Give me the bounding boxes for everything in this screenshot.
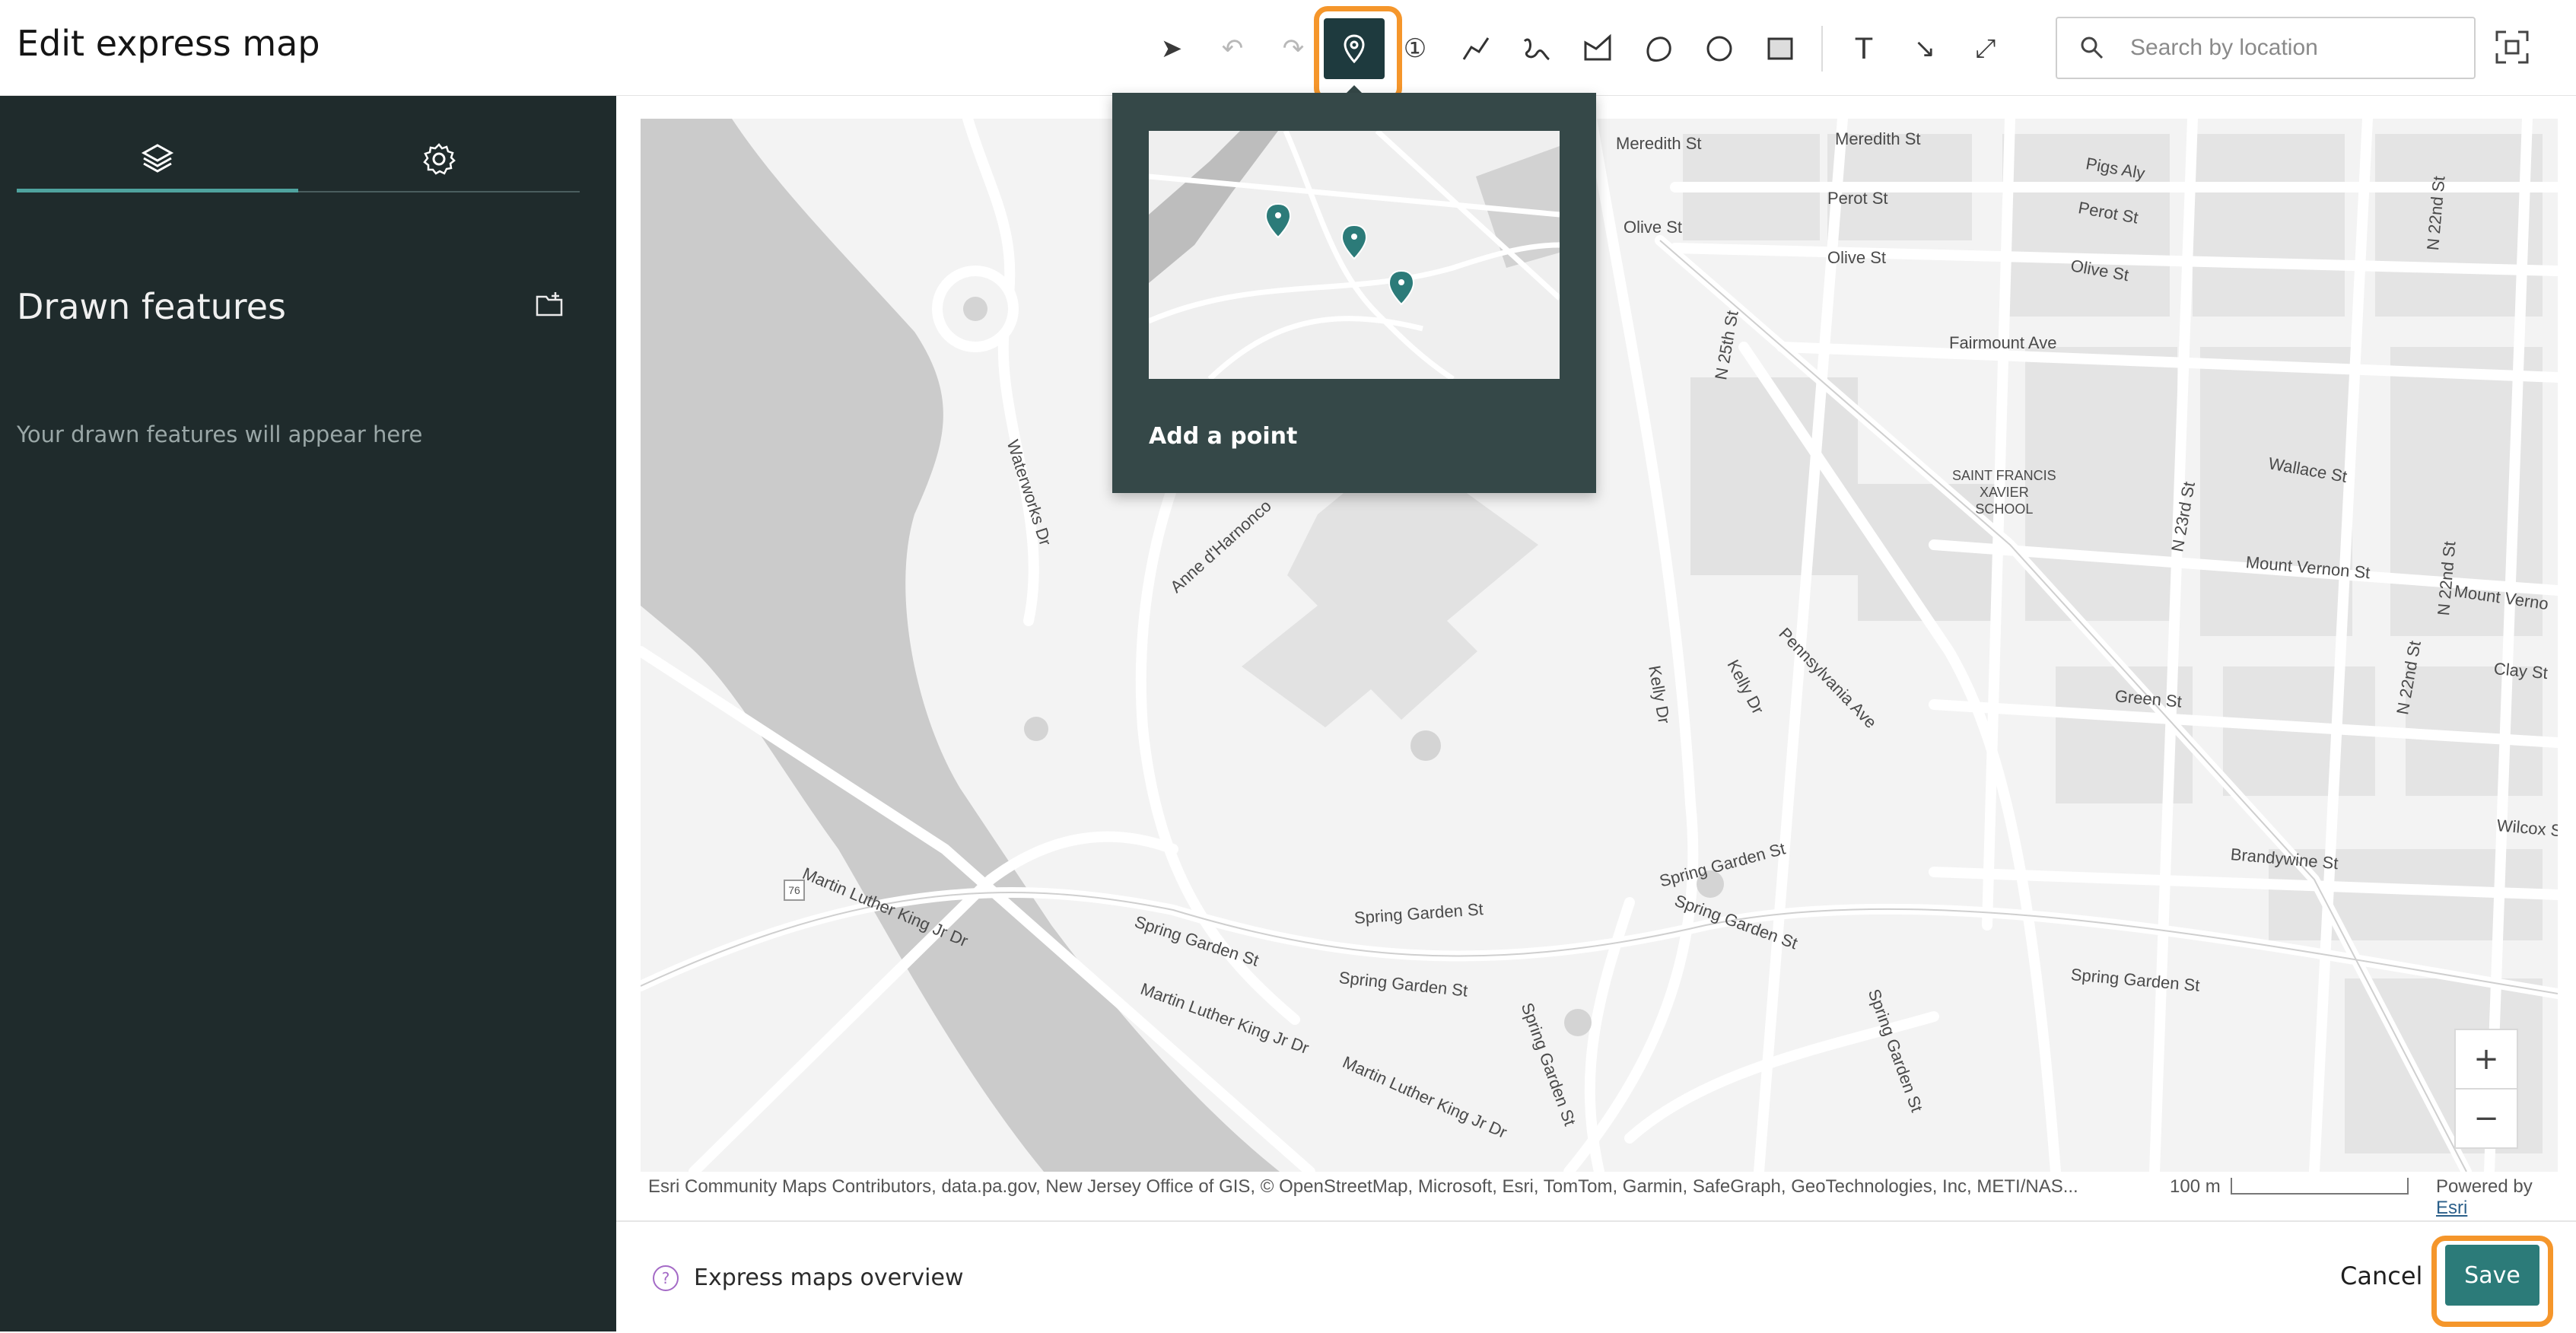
powered-by: Powered by Esri [2436, 1176, 2533, 1218]
double-arrow-icon: ⤢ [1975, 33, 1996, 64]
gear-icon [423, 142, 456, 175]
save-button[interactable]: Save [2445, 1245, 2539, 1306]
text-icon: T [1854, 31, 1874, 65]
map-area: Meredith St Meredith St Pigs Aly Perot S… [616, 96, 2576, 1222]
tab-layers[interactable] [17, 126, 298, 192]
layers-icon [141, 144, 174, 173]
freehand-icon [1523, 38, 1550, 61]
double-arrow-tool-button[interactable]: ⤢ [1955, 18, 2016, 79]
arrow-tool-button[interactable]: ↘ [1894, 18, 1955, 79]
rectangle-tool-button[interactable] [1750, 18, 1811, 79]
scale-bar [2231, 1178, 2409, 1195]
panel-title: Drawn features [17, 286, 286, 327]
polyline-icon [1462, 37, 1490, 60]
app-header: Edit express map ➤ ↶ ↷ ① T ↘ ⤢ Search by… [0, 0, 2576, 102]
help-text: Express maps overview [694, 1265, 964, 1291]
circle-icon [1706, 36, 1732, 62]
basemap [641, 119, 2558, 1172]
freehand-line-tool-button[interactable] [1506, 18, 1567, 79]
arrow-icon: ↘ [1913, 33, 1936, 64]
freehand-polygon-icon [1646, 37, 1671, 62]
attribution-text: Esri Community Maps Contributors, data.p… [648, 1176, 2078, 1197]
street-label: Fairmount Ave [1949, 333, 2057, 352]
route-shield: 76 [784, 880, 805, 901]
polygon-tool-button[interactable] [1567, 18, 1628, 79]
fullscreen-icon[interactable] [2492, 27, 2532, 67]
scale-label: 100 m [2170, 1176, 2221, 1197]
footer: ? Express maps overview Cancel Save [616, 1220, 2576, 1333]
street-label: Meredith St [1616, 134, 1702, 153]
search-input[interactable] [2129, 34, 2466, 62]
undo-icon: ↶ [1221, 33, 1244, 64]
tooltip-preview-image [1149, 131, 1560, 379]
street-label: Perot St [1827, 189, 1888, 208]
page-title: Edit express map [17, 23, 320, 64]
map-view[interactable]: Meredith St Meredith St Pigs Aly Perot S… [641, 119, 2558, 1172]
drawing-toolbar: ➤ ↶ ↷ ① T ↘ ⤢ [1141, 11, 2016, 87]
redo-icon: ↷ [1282, 33, 1305, 64]
select-tool-button[interactable]: ➤ [1141, 18, 1202, 79]
sidebar: Drawn features Your drawn features will … [0, 96, 616, 1331]
toolbar-divider [1821, 26, 1823, 72]
help-link[interactable]: ? Express maps overview [653, 1265, 963, 1291]
text-tool-button[interactable]: T [1833, 18, 1894, 79]
add-group-icon[interactable] [534, 289, 564, 320]
freehand-polygon-tool-button[interactable] [1628, 18, 1689, 79]
help-icon: ? [653, 1265, 679, 1291]
map-attribution: Esri Community Maps Contributors, data.p… [641, 1172, 2558, 1218]
poi-label: SAINT FRANCIS XAVIER SCHOOL [1952, 468, 2056, 517]
street-label: Olive St [1624, 218, 1683, 237]
tool-tooltip: Add a point [1112, 93, 1596, 493]
line-tool-button[interactable] [1445, 18, 1506, 79]
pointer-icon: ➤ [1160, 33, 1183, 64]
zoom-out-button[interactable]: − [2454, 1088, 2518, 1149]
rectangle-icon [1767, 37, 1793, 60]
tab-settings[interactable] [298, 126, 580, 192]
empty-state-message: Your drawn features will appear here [17, 422, 423, 447]
tooltip-label: Add a point [1149, 423, 1298, 450]
numbered-marker-icon: ① [1403, 33, 1427, 64]
zoom-in-button[interactable]: + [2454, 1029, 2518, 1090]
undo-button[interactable]: ↶ [1202, 18, 1263, 79]
street-label: Olive St [1827, 248, 1887, 267]
search-icon [2081, 37, 2104, 59]
circle-tool-button[interactable] [1689, 18, 1750, 79]
polygon-icon [1584, 33, 1611, 61]
esri-link[interactable]: Esri [2436, 1198, 2467, 1218]
street-label: Meredith St [1835, 129, 1921, 148]
location-search[interactable] [2056, 17, 2476, 79]
cancel-button[interactable]: Cancel [2340, 1261, 2422, 1290]
